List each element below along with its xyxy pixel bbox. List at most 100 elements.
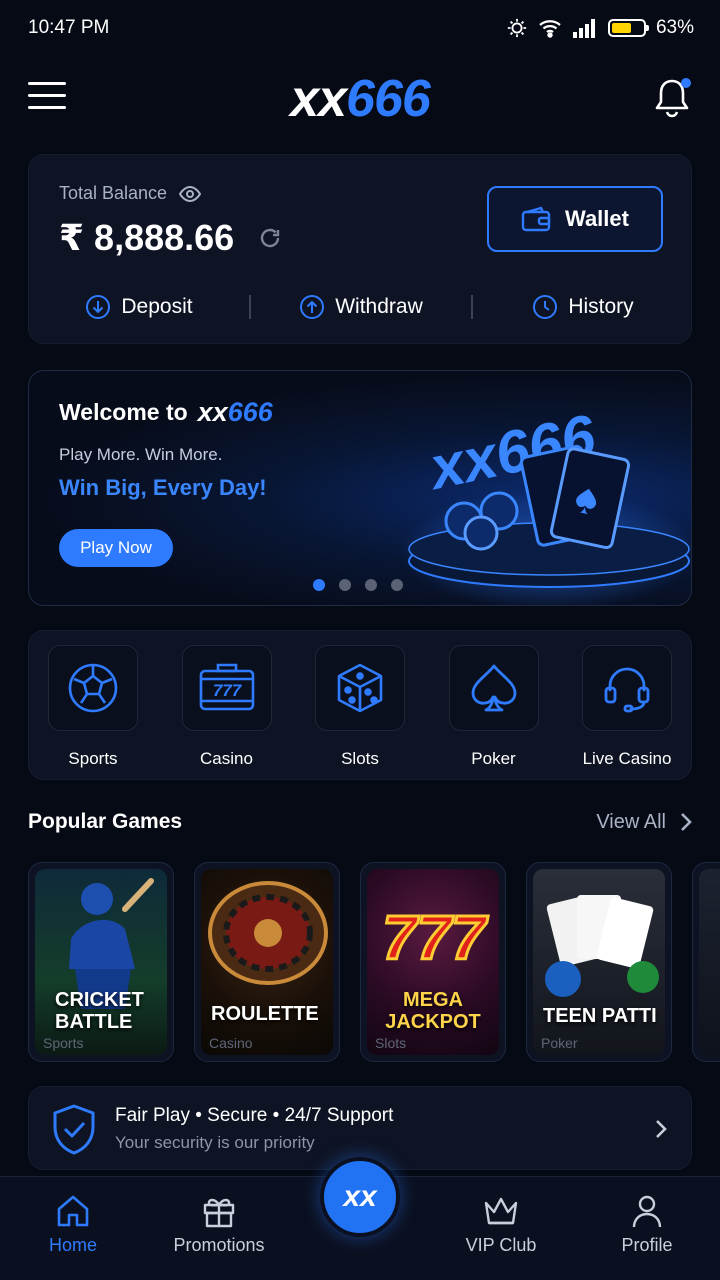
withdraw-button[interactable]: Withdraw — [251, 294, 471, 320]
trust-subtitle: Your security is our priority — [115, 1133, 315, 1152]
game-title: MEGA JACKPOT — [361, 989, 505, 1033]
chevron-right-icon — [681, 813, 692, 831]
dice-icon — [315, 645, 405, 731]
battery-fill — [611, 23, 631, 33]
nav-label: Promotions — [173, 1235, 265, 1255]
nav-profile[interactable]: Profile — [582, 1193, 712, 1256]
home-icon — [57, 1195, 89, 1227]
nav-label: Home — [48, 1235, 97, 1255]
category-sports[interactable]: Sports — [47, 645, 139, 779]
view-all-link[interactable]: View All — [596, 811, 692, 834]
banner-logo-xx: xx — [197, 397, 228, 427]
section-title: Popular Games — [28, 810, 183, 833]
nav-promotions[interactable]: Promotions — [154, 1193, 284, 1256]
shield-check-icon — [53, 1104, 95, 1155]
balance-label-text: Total Balance — [59, 183, 168, 203]
user-icon — [632, 1195, 662, 1228]
promo-banner[interactable]: Welcome to xx666 Play More. Win More. Wi… — [28, 370, 692, 606]
balance-card: Total Balance ₹ 8,888.66 Wallet Deposit … — [28, 154, 692, 344]
game-title-line: MEGA — [403, 989, 463, 1011]
slot-777-icon: 777 — [181, 645, 272, 731]
game-card-roulette[interactable]: ROULETTE Casino — [194, 862, 340, 1062]
category-label: Casino — [200, 749, 253, 768]
chevron-right-icon — [656, 1120, 667, 1138]
game-title-line: JACKPOT — [385, 1011, 481, 1033]
banner-tagline: Play More. Win More. — [59, 445, 223, 464]
game-category: Slots — [375, 1035, 407, 1051]
category-label: Live Casino — [582, 749, 672, 768]
spade-icon — [448, 645, 539, 731]
crown-icon — [484, 1197, 518, 1225]
nav-label: VIP Club — [465, 1235, 537, 1255]
history-label: History — [568, 295, 634, 318]
deposit-button[interactable]: Deposit — [29, 294, 249, 320]
popular-games-list: CRICKET BATTLE Sports ROULETTE Casino 777… — [28, 862, 720, 1062]
withdraw-label: Withdraw — [335, 295, 423, 318]
popular-games-header: Popular Games View All — [28, 810, 692, 834]
carousel-dots — [313, 579, 403, 591]
bottom-navigation: Home Promotions xx VIP Club Profile — [0, 1157, 720, 1280]
balance-actions: Deposit Withdraw History — [29, 285, 693, 329]
carousel-dot[interactable] — [313, 579, 325, 591]
category-label: Poker — [471, 749, 516, 768]
game-category: Casino — [209, 1035, 253, 1051]
balance-amount: ₹ 8,888.66 — [59, 217, 282, 259]
gift-icon — [203, 1198, 235, 1228]
eye-icon[interactable] — [179, 185, 202, 202]
center-button-label: xx — [343, 1180, 377, 1213]
headset-icon — [582, 645, 672, 731]
refresh-icon[interactable] — [258, 226, 282, 250]
game-card-teen-patti[interactable]: TEEN PATTI Poker — [526, 862, 672, 1062]
wallet-button[interactable]: Wallet — [487, 186, 663, 252]
game-title-line: TEEN PATTI — [543, 1005, 657, 1027]
total-balance-label: Total Balance — [59, 183, 202, 204]
nav-home[interactable]: Home — [8, 1193, 138, 1256]
notification-dot — [681, 78, 691, 88]
trust-title: Fair Play • Secure • 24/7 Support — [115, 1105, 394, 1126]
game-card-mega-jackpot[interactable]: 777 MEGA JACKPOT Slots — [360, 862, 506, 1062]
game-title-line: ROULETTE — [211, 1003, 319, 1025]
game-card-partial[interactable] — [692, 862, 720, 1062]
signal-icon — [572, 19, 595, 38]
nav-vip-club[interactable]: VIP Club — [436, 1193, 566, 1256]
status-time: 10:47 PM — [28, 17, 110, 38]
game-category: Poker — [541, 1035, 578, 1051]
category-casino[interactable]: 777 Casino — [181, 645, 273, 779]
arrow-down-circle-icon — [86, 295, 111, 319]
battery-icon — [607, 19, 649, 37]
wallet-label: Wallet — [565, 206, 629, 231]
status-bar: 10:47 PM 63% — [0, 0, 720, 56]
banner-headline: Win Big, Every Day! — [59, 475, 267, 500]
view-all-label: View All — [596, 810, 666, 833]
welcome-text: Welcome to — [59, 399, 188, 425]
top-bar: xx666 — [0, 62, 720, 136]
status-icons: 63% — [506, 17, 694, 39]
history-button[interactable]: History — [473, 294, 693, 320]
wifi-icon — [539, 20, 561, 38]
category-live-casino[interactable]: Live Casino — [581, 645, 673, 779]
svg-text:777: 777 — [382, 904, 488, 973]
notification-bell-icon[interactable] — [652, 76, 692, 120]
category-slots[interactable]: Slots — [314, 645, 406, 779]
game-category: Sports — [43, 1035, 84, 1051]
wallet-icon — [521, 206, 551, 232]
play-now-button[interactable]: Play Now — [59, 529, 173, 567]
game-title: TEEN PATTI — [543, 1005, 671, 1027]
game-thumbnail — [201, 869, 333, 1055]
carousel-dot[interactable] — [391, 579, 403, 591]
category-bar: Sports 777 Casino Slots Poker Live Casin… — [28, 630, 692, 780]
game-title: CRICKET BATTLE — [55, 989, 173, 1033]
game-title: ROULETTE — [211, 1003, 339, 1025]
category-poker[interactable]: Poker — [448, 645, 540, 779]
svg-text:777: 777 — [212, 681, 242, 700]
hamburger-menu-icon[interactable] — [28, 82, 66, 114]
carousel-dot[interactable] — [365, 579, 377, 591]
battery-percent: 63% — [655, 17, 694, 38]
arrow-up-circle-icon — [300, 295, 325, 319]
center-home-button[interactable]: xx — [320, 1157, 400, 1237]
game-card-cricket[interactable]: CRICKET BATTLE Sports — [28, 862, 174, 1062]
logo-number: 666 — [346, 70, 431, 128]
banner-logo: xx666 — [198, 397, 273, 428]
balance-amount-text: ₹ 8,888.66 — [59, 217, 235, 258]
carousel-dot[interactable] — [339, 579, 351, 591]
